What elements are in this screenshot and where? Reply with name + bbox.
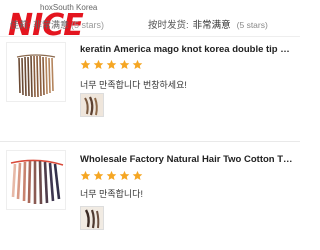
hair-extension-thumbnail-icon[interactable] [6, 42, 66, 102]
star-icon [132, 170, 143, 181]
review-item: keratin America mago knot korea double t… [0, 38, 300, 138]
shipping-rating-value: 非常满意 [192, 20, 231, 31]
star-icon [132, 59, 143, 70]
feedback-header: NICE hoxSouth Korea 佳莉: 非常满意 (5 stars) 按时… [0, 0, 300, 41]
star-icon [80, 170, 91, 181]
review-text: 너무 만족합니다! [80, 189, 143, 199]
star-icon [106, 170, 117, 181]
shipping-rating-summary: 按时发货: 非常满意 (5 stars) [148, 17, 268, 31]
review-text: 너무 만족합니다 번창하세요! [80, 80, 187, 90]
star-icon [93, 59, 104, 70]
header-divider [0, 36, 300, 37]
star-icon [119, 170, 130, 181]
star-icon [119, 59, 130, 70]
review-item: Wholesale Factory Natural Hair Two Cotto… [0, 144, 300, 250]
star-rating [80, 170, 143, 181]
hair-extension-thumbnail-icon[interactable] [6, 150, 66, 210]
origin-text: hoxSouth Korea [40, 3, 98, 12]
review-photo-thumbnail-icon[interactable] [80, 206, 104, 230]
product-title-link[interactable]: keratin America mago knot korea double t… [80, 44, 294, 55]
feedback-page: NICE hoxSouth Korea 佳莉: 非常满意 (5 stars) 按时… [0, 0, 300, 250]
star-rating [80, 59, 143, 70]
rating-summary-left: 佳莉: 非常满意 (5 stars) [10, 18, 104, 31]
rating-label: 佳莉: 非常满意 [10, 20, 70, 30]
rating-stars-count: (5 stars) [71, 20, 105, 30]
review-divider [0, 141, 300, 142]
star-icon [106, 59, 117, 70]
shipping-stars-count: (5 stars) [236, 20, 268, 30]
star-icon [80, 59, 91, 70]
star-icon [93, 170, 104, 181]
product-title-link[interactable]: Wholesale Factory Natural Hair Two Cotto… [80, 154, 294, 165]
review-photo-thumbnail-icon[interactable] [80, 93, 104, 117]
shipping-rating-label: 按时发货: [148, 20, 189, 31]
